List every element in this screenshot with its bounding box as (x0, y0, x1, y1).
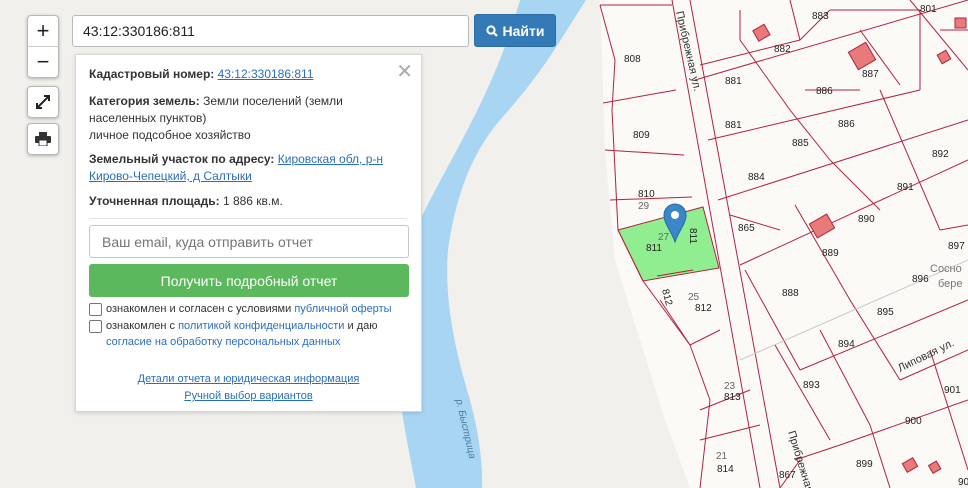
parcel-number-label: 808 (624, 54, 641, 65)
parcel-number-label: 811 (646, 243, 662, 254)
parcel-number-label: 888 (782, 288, 799, 299)
parcel-number-label: 90 (958, 477, 968, 488)
divider (89, 218, 407, 219)
zoom-in-button[interactable]: + (28, 16, 58, 46)
parcel-number-label: 25 (688, 292, 700, 303)
parcel-info-popup: ✕ Кадастровый номер: 43:12:330186:811 Ка… (75, 54, 422, 412)
parcel-number-label: 29 (638, 201, 650, 212)
parcel-number-label: 809 (633, 130, 650, 141)
zoom-out-button[interactable]: − (28, 46, 58, 77)
parcel-number-label: 895 (877, 307, 894, 318)
search-icon (485, 24, 498, 37)
parcel-number-label: 890 (858, 214, 875, 225)
land-category-value-2: населенных пунктов) (89, 111, 207, 125)
parcel-number-label: 892 (932, 149, 949, 160)
parcel-number-label: 867 (779, 470, 796, 481)
offer-checkbox[interactable] (89, 303, 102, 316)
parcel-number-label: 901 (944, 385, 961, 396)
parcel-number-label: 27 (658, 232, 670, 243)
parcel-number-label: 887 (862, 69, 879, 80)
cadastral-number-link[interactable]: 43:12:330186:811 (218, 67, 314, 81)
parcel-number-label: 883 (812, 11, 829, 22)
parcel-number-label: 813 (724, 392, 741, 403)
offer-agreement-text: ознакомлен и согласен с условиями публич… (106, 303, 392, 315)
parcel-number-label: 812 (695, 303, 712, 314)
public-offer-link[interactable]: публичной оферты (294, 303, 391, 315)
privacy-policy-link[interactable]: политикой конфиденциальности (178, 320, 344, 332)
cadastral-number-label: Кадастровый номер: (89, 67, 215, 81)
parcel-number-label: 884 (748, 172, 765, 183)
land-category-label: Категория земель: (89, 94, 200, 108)
land-category-value-1: Земли поселений (земли (203, 94, 343, 108)
address-link-1[interactable]: Кировская обл, р-н (278, 152, 383, 166)
privacy-checkbox[interactable] (89, 320, 102, 333)
address-row: Земельный участок по адресу: Кировская о… (89, 151, 407, 185)
parcel-number-label: 814 (717, 464, 734, 475)
parcel-number-label: 900 (905, 416, 922, 427)
privacy-agreement: ознакомлен с политикой конфиденциальност… (89, 318, 378, 350)
parcel-number-label: 23 (724, 381, 736, 392)
cadastral-number-row: Кадастровый номер: 43:12:330186:811 (89, 66, 407, 83)
offer-agreement: ознакомлен и согласен с условиями публич… (89, 301, 392, 317)
parcel-number-label: 886 (838, 119, 855, 130)
report-details-link[interactable]: Детали отчета и юридическая информация (138, 373, 360, 385)
land-category-row: Категория земель: Земли поселений (земли… (89, 93, 407, 144)
parcel-number-label: 896 (912, 274, 929, 285)
parcel-number-label: 801 (920, 4, 937, 15)
parcel-number-label: 897 (948, 241, 965, 252)
zoom-controls: + − (27, 15, 59, 78)
fullscreen-icon (36, 95, 50, 109)
printer-icon (35, 132, 51, 146)
land-use-value: личное подсобное хозяйство (89, 128, 251, 142)
parcel-number-label: 886 (816, 86, 833, 97)
parcel-number-label: 891 (897, 182, 914, 193)
area-label: Уточненная площадь: (89, 194, 220, 208)
parcel-number-label: 894 (838, 339, 855, 350)
parcel-number-label: 21 (716, 451, 728, 462)
parcel-number-label: 881 (725, 120, 742, 131)
email-field[interactable] (89, 225, 409, 258)
address-link-2[interactable]: Кирово-Чепецкий, д Салтыки (89, 169, 252, 183)
cadastral-search-input[interactable] (72, 15, 469, 47)
parcel-number-label: 882 (774, 44, 791, 55)
area-value: 1 886 кв.м. (222, 194, 283, 208)
parcel-number-label: 810 (638, 189, 655, 200)
place-label-1: Сосно (930, 263, 962, 275)
parcel-number-label: 811 (687, 228, 698, 244)
address-label: Земельный участок по адресу: (89, 152, 275, 166)
manual-row: Ручной выбор вариантов (76, 390, 421, 402)
find-button[interactable]: Найти (474, 14, 556, 47)
get-report-button[interactable]: Получить подробный отчет (89, 264, 409, 297)
manual-selection-link[interactable]: Ручной выбор вариантов (184, 390, 312, 402)
print-button[interactable] (27, 123, 59, 155)
find-button-label: Найти (502, 22, 545, 39)
parcel-number-label: 889 (822, 248, 839, 259)
parcel-number-label: 899 (856, 459, 873, 470)
area-row: Уточненная площадь: 1 886 кв.м. (89, 193, 407, 210)
parcel-number-label: 885 (792, 138, 809, 149)
place-label-2: бере (938, 278, 963, 290)
details-row: Детали отчета и юридическая информация (76, 373, 421, 385)
privacy-agreement-text: ознакомлен с политикой конфиденциальност… (106, 320, 378, 348)
parcel-number-label: 865 (738, 223, 755, 234)
parcel-number-label: 881 (725, 76, 742, 87)
personal-data-consent-link[interactable]: согласие на обработку персональных данны… (106, 336, 340, 348)
fullscreen-button[interactable] (27, 86, 59, 118)
parcel-number-label: 893 (803, 380, 820, 391)
